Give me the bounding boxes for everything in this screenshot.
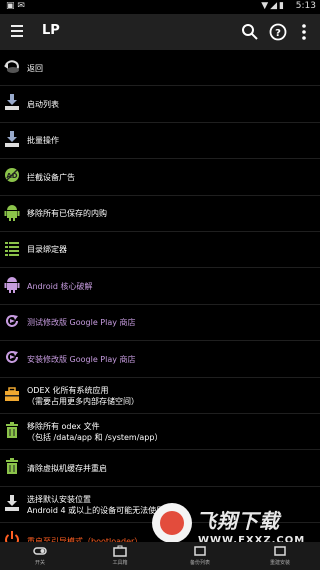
notification-icons: ▣ ✉ (6, 1, 25, 11)
toggle-icon (33, 547, 47, 555)
status-bar: ▣ ✉ ▼◢▮ 5:13 (0, 0, 320, 14)
item-label: 移除所有 odex 文件 (27, 421, 100, 431)
list-item-test-play-store[interactable]: 测试修改版 Google Play 商店 (0, 305, 320, 342)
toolbox-nav-icon (113, 545, 127, 557)
item-label: 安装修改版 Google Play 商店 (27, 354, 136, 364)
nav-label: 工具箱 (112, 560, 128, 566)
trash-clear-icon (6, 458, 18, 475)
list-item-batch[interactable]: 批量操作 (0, 123, 320, 160)
list-item-back[interactable]: 返回 (0, 50, 320, 87)
android-robot-icon (4, 204, 20, 221)
status-time: 5:13 (295, 1, 316, 11)
item-sublabel: Android 4 或以上的设备可能无法使用 (27, 505, 165, 515)
list-item-clear-dalvik[interactable]: 清除虚拟机缓存并重启 (0, 450, 320, 487)
back-icon (4, 60, 19, 73)
refresh-play-icon (6, 314, 18, 327)
toolbox-icon (5, 386, 19, 401)
nav-toggle[interactable]: 开关 (0, 544, 80, 570)
nav-rebuild-install[interactable]: 重建安装 (240, 544, 320, 570)
list-item-install-play-store[interactable]: 安装修改版 Google Play 商店 (0, 341, 320, 378)
list-item-odex-system-apps[interactable]: ODEX 化所有系统应用 （需要占用更多内部存储空间） (0, 378, 320, 414)
signal-wifi-battery-icons: ▼◢▮ (261, 1, 286, 11)
item-sublabel: （包括 /data/app 和 /system/app） (27, 432, 163, 442)
directory-binder-icon (5, 241, 19, 256)
trash-icon (6, 421, 18, 438)
list-item-android-core-patch[interactable]: Android 核心破解 (0, 268, 320, 305)
search-icon[interactable] (240, 22, 260, 42)
app-bar: LP ? (0, 14, 320, 50)
item-label: 拦截设备广告 (27, 172, 75, 182)
watermark-logo (152, 503, 192, 543)
menu-list: 返回 启动列表 批量操作 AD 拦截设备广告 移除所有已保存的内购 目录绑定器 … (0, 50, 320, 560)
help-icon[interactable]: ? (268, 22, 288, 42)
install-play-icon (6, 351, 18, 364)
item-sublabel: （需要占用更多内部存储空间） (27, 396, 139, 406)
list-item-block-ads[interactable]: AD 拦截设备广告 (0, 159, 320, 196)
list-item-startup-list[interactable]: 启动列表 (0, 86, 320, 123)
android-core-icon (4, 277, 20, 294)
download-list-icon (5, 94, 19, 111)
item-label: ODEX 化所有系统应用 (27, 385, 109, 395)
rebuild-install-icon (274, 546, 286, 556)
more-options-icon[interactable] (294, 22, 314, 42)
list-item-remove-purchases[interactable]: 移除所有已保存的内购 (0, 196, 320, 232)
nav-backup-list[interactable]: 备份列表 (160, 544, 240, 570)
backup-list-icon (194, 546, 206, 556)
ad-block-icon: AD (5, 168, 19, 183)
app-title: LP (42, 23, 60, 38)
nav-label: 重建安装 (269, 560, 290, 566)
nav-label: 开关 (34, 560, 45, 566)
hamburger-menu-icon[interactable] (9, 22, 25, 42)
item-label: 批量操作 (27, 136, 59, 146)
list-item-remove-odex[interactable]: 移除所有 odex 文件 （包括 /data/app 和 /system/app） (0, 414, 320, 451)
install-location-icon (5, 494, 19, 511)
batch-download-icon (5, 130, 19, 147)
nav-label: 备份列表 (189, 560, 210, 566)
item-label: 清除虚拟机缓存并重启 (27, 463, 107, 473)
nav-toolbox[interactable]: 工具箱 (80, 544, 160, 570)
item-label: Android 核心破解 (27, 281, 93, 291)
item-label: 目录绑定器 (27, 245, 67, 255)
item-label: 选择默认安装位置 (27, 494, 91, 504)
item-label: 测试修改版 Google Play 商店 (27, 318, 136, 328)
item-label: 返回 (27, 63, 43, 73)
bottom-nav: 开关 工具箱 备份列表 重建安装 (0, 542, 320, 570)
watermark-text: 飞翔下载 (196, 509, 280, 533)
item-label: 启动列表 (27, 99, 59, 109)
svg-text:?: ? (275, 28, 281, 39)
list-item-directory-binder[interactable]: 目录绑定器 (0, 232, 320, 269)
item-label: 移除所有已保存的内购 (27, 209, 107, 219)
